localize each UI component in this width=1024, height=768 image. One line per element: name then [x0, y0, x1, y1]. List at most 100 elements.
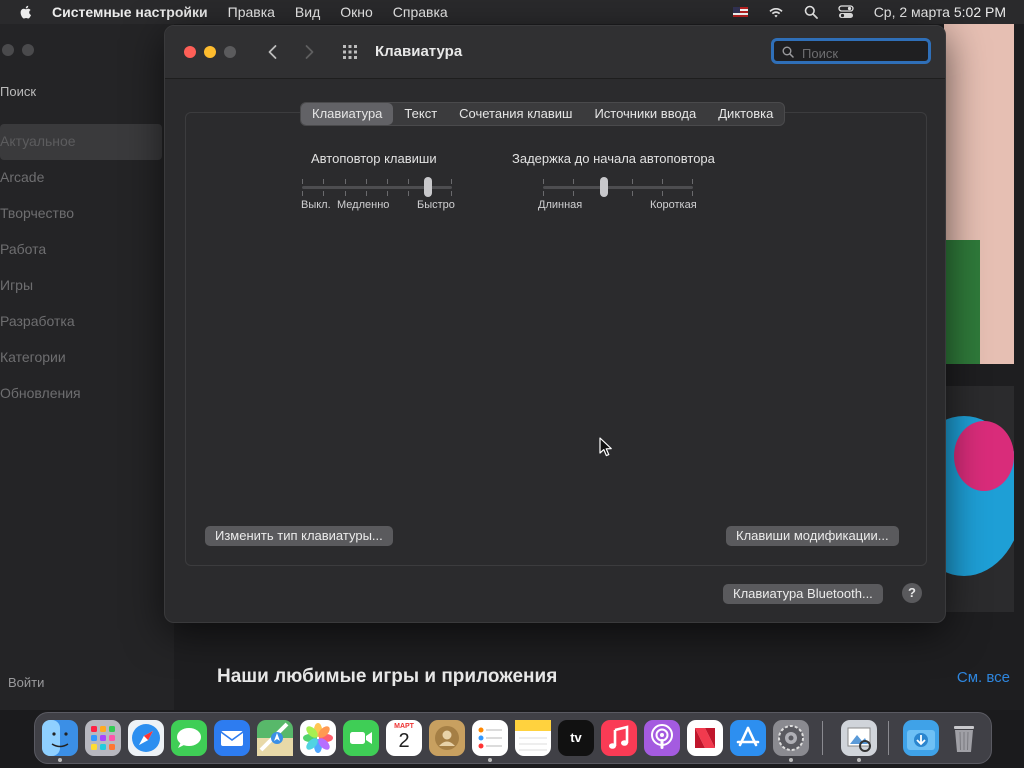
notes-icon[interactable] [515, 720, 551, 756]
launchpad-icon[interactable] [85, 720, 121, 756]
tab-keyboard[interactable]: Клавиатура [301, 103, 394, 125]
bg-nav-item[interactable]: Игры [0, 268, 162, 304]
background-search[interactable]: Поиск [0, 84, 36, 99]
menu-bar: Системные настройки Правка Вид Окно Спра… [0, 0, 1024, 24]
bg-nav-item[interactable]: Работа [0, 232, 162, 268]
slider-tick [387, 179, 388, 184]
apple-logo-icon[interactable] [18, 4, 34, 20]
slider-tick [345, 191, 346, 196]
spotlight-search-icon[interactable] [804, 5, 818, 19]
window-title: Клавиатура [375, 43, 463, 60]
maps-icon[interactable] [257, 720, 293, 756]
finder-icon[interactable] [42, 720, 78, 756]
preview-icon[interactable] [841, 720, 877, 756]
tab-bar: Клавиатура Текст Сочетания клавиш Источн… [300, 102, 786, 126]
zoom-button[interactable] [224, 46, 236, 58]
background-login[interactable]: Войти [8, 675, 44, 690]
help-button[interactable]: ? [902, 583, 922, 603]
tab-input-sources[interactable]: Источники ввода [583, 103, 707, 125]
mouse-cursor-icon [599, 437, 612, 457]
search-field[interactable] [771, 38, 931, 64]
slider-tick [323, 191, 324, 196]
dock-separator [822, 721, 823, 755]
forward-chevron-icon[interactable] [299, 42, 319, 62]
downloads-icon[interactable] [903, 720, 939, 756]
change-keyboard-type-button[interactable]: Изменить тип клавиатуры... [205, 526, 393, 546]
menu-view[interactable]: Вид [295, 4, 320, 20]
safari-icon[interactable] [128, 720, 164, 756]
background-section-title: Наши любимые игры и приложения [217, 666, 558, 687]
close-button[interactable] [184, 46, 196, 58]
app-store-icon[interactable] [730, 720, 766, 756]
apple-tv-label: tv [570, 730, 582, 745]
slider-tick [632, 191, 633, 196]
window-controls [184, 46, 236, 58]
slider-tick [543, 179, 544, 184]
slider-thumb[interactable] [424, 177, 432, 197]
bluetooth-keyboard-button[interactable]: Клавиатура Bluetooth... [723, 584, 883, 604]
messages-icon[interactable] [171, 720, 207, 756]
menu-edit[interactable]: Правка [228, 4, 275, 20]
tab-text[interactable]: Текст [393, 103, 448, 125]
dock-separator [888, 721, 889, 755]
dock: МАРТ 2 tv [34, 712, 992, 764]
bg-nav-item[interactable]: Обновления [0, 376, 162, 412]
slider-thumb[interactable] [600, 177, 608, 197]
bg-nav-item[interactable]: Разработка [0, 304, 162, 340]
slider-tick [323, 179, 324, 184]
trash-icon[interactable] [946, 720, 982, 756]
mail-icon[interactable] [214, 720, 250, 756]
news-icon[interactable] [687, 720, 723, 756]
photos-icon[interactable] [300, 720, 336, 756]
search-input[interactable] [800, 43, 928, 63]
slider-tick [345, 179, 346, 184]
control-center-icon[interactable] [838, 5, 854, 19]
contacts-icon[interactable] [429, 720, 465, 756]
menu-app-name[interactable]: Системные настройки [52, 4, 208, 20]
menu-help[interactable]: Справка [393, 4, 448, 20]
bg-nav-item[interactable]: Творчество [0, 196, 162, 232]
key-repeat-title: Автоповтор клавиши [311, 151, 437, 166]
tab-shortcuts[interactable]: Сочетания клавиш [448, 103, 583, 125]
background-sidebar: Поиск Актуальное Arcade Творчество Работ… [0, 24, 174, 710]
slider-tick [387, 191, 388, 196]
repeat-delay-label-long: Длинная [538, 199, 583, 211]
menu-window[interactable]: Окно [340, 4, 373, 20]
facetime-icon[interactable] [343, 720, 379, 756]
calendar-month: МАРТ [394, 723, 414, 730]
calendar-day: 2 [398, 730, 410, 752]
key-repeat-label-fast: Быстро [417, 199, 455, 211]
key-repeat-label-off: Выкл. [301, 199, 331, 211]
bg-nav-item[interactable]: Arcade [0, 160, 162, 196]
calendar-icon[interactable]: МАРТ 2 [386, 720, 422, 756]
music-icon[interactable] [601, 720, 637, 756]
system-preferences-icon[interactable] [773, 720, 809, 756]
background-window-controls [2, 44, 34, 56]
slider-tick [662, 191, 663, 196]
podcasts-icon[interactable] [644, 720, 680, 756]
slider-tick [451, 191, 452, 196]
wifi-icon[interactable] [768, 5, 784, 19]
bg-nav-item[interactable]: Актуальное [0, 124, 162, 160]
reminders-icon[interactable] [472, 720, 508, 756]
background-feature-card[interactable] [944, 24, 1014, 364]
menu-clock[interactable]: Ср, 2 марта 5:02 PM [874, 4, 1006, 20]
search-icon [782, 46, 794, 58]
modifier-keys-button[interactable]: Клавиши модификации... [726, 526, 899, 546]
back-chevron-icon[interactable] [263, 42, 283, 62]
slider-track[interactable] [543, 186, 693, 189]
slider-tick [573, 191, 574, 196]
input-source-flag-icon[interactable] [732, 7, 748, 17]
running-indicator [857, 758, 861, 762]
show-all-grid-icon[interactable] [342, 44, 358, 60]
slider-tick [451, 179, 452, 184]
slider-tick [366, 191, 367, 196]
bg-nav-item[interactable]: Категории [0, 340, 162, 376]
background-see-all-link[interactable]: См. все [957, 669, 1010, 686]
background-app-card[interactable] [944, 386, 1014, 612]
minimize-button[interactable] [204, 46, 216, 58]
repeat-delay-label-short: Короткая [650, 199, 697, 211]
apple-tv-icon[interactable]: tv [558, 720, 594, 756]
slider-tick [692, 191, 693, 196]
tab-dictation[interactable]: Диктовка [707, 103, 784, 125]
